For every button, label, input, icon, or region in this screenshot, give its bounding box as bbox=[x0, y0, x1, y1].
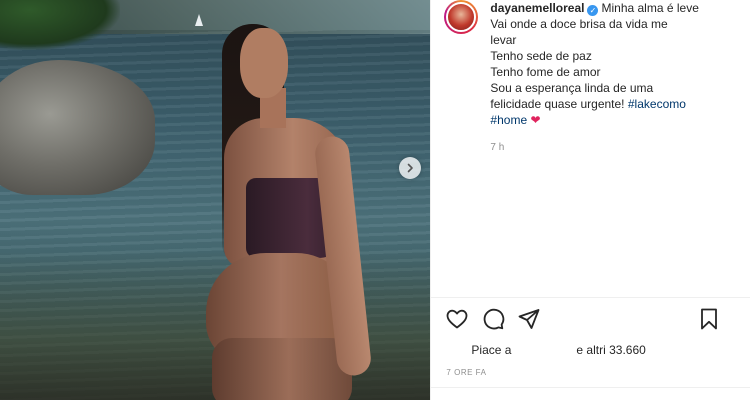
save-button[interactable] bbox=[695, 305, 723, 333]
user-avatar[interactable] bbox=[444, 0, 479, 34]
comment-button[interactable] bbox=[479, 305, 507, 333]
verified-badge-icon: ✓ bbox=[587, 5, 599, 16]
caption-line-1: Minha alma é leve bbox=[601, 1, 699, 15]
likes-prefix: Piace a bbox=[471, 343, 512, 357]
caption-line-8: #home ❤ bbox=[490, 112, 750, 128]
hashtag-home[interactable]: #home bbox=[490, 113, 527, 127]
like-button[interactable] bbox=[443, 305, 471, 333]
comment-bubble-icon bbox=[484, 308, 505, 330]
avatar-image bbox=[446, 2, 477, 32]
post-side-panel: dayanemelloreal ✓ Minha alma é leve Vai on… bbox=[430, 0, 750, 400]
likes-count[interactable]: e altri 33.660 bbox=[576, 343, 645, 357]
caption-line-3: levar bbox=[490, 33, 517, 47]
person-head bbox=[240, 28, 288, 98]
post-caption: dayanemelloreal ✓ Minha alma é leve Vai on… bbox=[490, 0, 750, 128]
caption-line-4: Tenho sede de paz bbox=[490, 49, 592, 63]
section-divider-bottom bbox=[431, 387, 750, 388]
caption-timestamp[interactable]: 7 h bbox=[490, 142, 504, 153]
caption-line-7-wrap: felicidade quase urgente! #lakecomo bbox=[490, 96, 750, 112]
caption-line-7: felicidade quase urgente! bbox=[490, 97, 625, 111]
caption-first-line: dayanemelloreal ✓ Minha alma é leve bbox=[490, 0, 750, 16]
chevron-right-icon bbox=[407, 163, 413, 173]
photo-person bbox=[200, 18, 400, 400]
paper-plane-icon bbox=[519, 309, 540, 329]
photo-rock bbox=[0, 60, 155, 195]
bookmark-icon bbox=[701, 308, 718, 330]
instagram-post: dayanemelloreal ✓ Minha alma é leve Vai on… bbox=[0, 0, 750, 400]
caption-line-6: Sou a esperança linda de uma bbox=[490, 81, 654, 95]
post-photo[interactable] bbox=[0, 0, 431, 400]
action-bar bbox=[431, 305, 750, 335]
photo-tree bbox=[0, 0, 120, 50]
caption-line-5: Tenho fome de amor bbox=[490, 65, 601, 79]
red-heart-emoji-icon: ❤ bbox=[530, 113, 541, 127]
hashtag-lakecomo[interactable]: #lakecomo bbox=[628, 97, 686, 111]
carousel-next-button[interactable] bbox=[399, 157, 421, 179]
section-divider bbox=[431, 297, 750, 298]
heart-outline-icon bbox=[447, 309, 468, 329]
share-button[interactable] bbox=[515, 305, 543, 333]
post-timestamp[interactable]: 7 ORE FA bbox=[446, 368, 486, 377]
person-legs bbox=[212, 338, 352, 400]
caption-line-2: Vai onde a doce brisa da vida me bbox=[490, 17, 668, 31]
username-link[interactable]: dayanemelloreal bbox=[490, 1, 584, 15]
